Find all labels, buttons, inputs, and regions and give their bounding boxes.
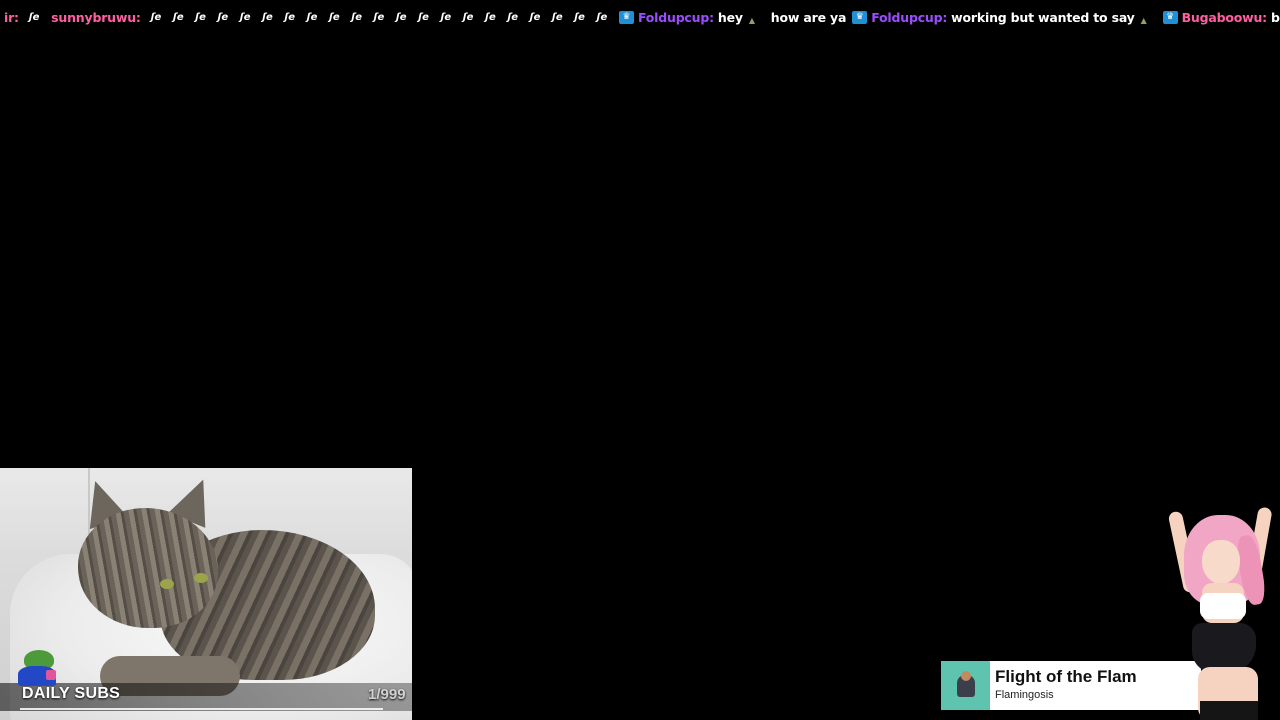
- chat-username[interactable]: sunnybruwu:: [51, 10, 141, 25]
- chat-username[interactable]: Foldupcup:: [638, 10, 714, 25]
- emote-icon: ʃe: [596, 11, 608, 23]
- song-title: Flight of the Flam: [995, 667, 1137, 686]
- pepe-frog-icon: [16, 650, 58, 686]
- emote-icon: ʃe: [328, 11, 340, 23]
- cat-left-eye: [160, 579, 174, 589]
- chat-message: ♛ Bugaboowu:babbyy: [1162, 9, 1280, 25]
- emote-icon: ʃe: [150, 11, 162, 23]
- emote-icon: ʃe: [485, 11, 496, 23]
- chat-message: ♛ Foldupcup: working but wanted to say ▲: [852, 10, 1156, 25]
- chat-text: hey: [717, 9, 743, 25]
- daily-subs-count: 1/999: [368, 686, 406, 703]
- emote-icon: ʃe: [195, 11, 206, 23]
- cat-camera-panel: DAILY SUBS 1/999: [0, 468, 412, 720]
- emote-icon: ʃe: [418, 11, 429, 23]
- vtuber-avatar: [1167, 505, 1280, 720]
- emote-icon: ʃe: [507, 11, 518, 23]
- emote-icon: ʃe: [440, 11, 451, 23]
- crown-icon: ♛: [618, 10, 634, 24]
- daily-subs-label: DAILY SUBS: [22, 685, 121, 702]
- up-triangle-icon: ▲: [1140, 15, 1147, 25]
- emote-icon: ʃe: [28, 11, 40, 23]
- song-artist: Flamingosis: [995, 689, 1054, 701]
- chat-text: how are ya: [770, 9, 847, 25]
- chat-ticker: ir: ʃe sunnybruwu: ʃe ʃe ʃe ʃe ʃe ʃe ʃe ʃe ʃe ʃe ʃe ʃe…: [0, 0, 1280, 34]
- emote-icon: ʃe: [551, 11, 563, 23]
- chat-text: working but wanted to say: [951, 9, 1135, 25]
- chat-message: ♛ Foldupcup: hey ▲: [618, 9, 765, 25]
- emote-icon: ʃe: [351, 11, 362, 23]
- emote-icon: ʃe: [574, 11, 585, 23]
- emote-row: ʃe: [23, 12, 45, 23]
- chat-message: ir: ʃe: [4, 10, 45, 25]
- emote-icon: ʃe: [306, 11, 318, 23]
- chat-username[interactable]: Bugaboowu:: [1182, 10, 1268, 25]
- chat-text: babbyy: [1270, 9, 1280, 25]
- chat-message: how are ya: [770, 9, 847, 25]
- emote-icon: ʃe: [373, 11, 385, 23]
- chat-message: sunnybruwu: ʃe ʃe ʃe ʃe ʃe ʃe ʃe ʃe ʃe ʃe ʃe ʃe ʃe ʃe ʃ…: [51, 10, 613, 25]
- emote-icon: ʃe: [529, 11, 541, 23]
- cat-right-eye: [194, 573, 208, 583]
- crown-icon: ♛: [852, 10, 868, 24]
- emote-icon: ʃe: [284, 11, 295, 23]
- cat-head: [78, 508, 218, 628]
- daily-subs-progress-track: [20, 708, 383, 710]
- chat-username[interactable]: ir:: [4, 10, 19, 25]
- emote-icon: ʃe: [262, 11, 273, 23]
- emote-icon: ʃe: [462, 11, 474, 23]
- now-playing-widget: Flight of the Flam Flamingosis: [941, 661, 1201, 710]
- emote-row: ʃe ʃe ʃe ʃe ʃe ʃe ʃe ʃe ʃe ʃe ʃe ʃe ʃe ʃe ʃe ʃe ʃe ʃe ʃe ʃe…: [145, 12, 613, 23]
- emote-icon: ʃe: [239, 11, 251, 23]
- emote-icon: ʃe: [172, 11, 184, 23]
- chat-username[interactable]: Foldupcup:: [871, 10, 947, 25]
- emote-icon: ʃe: [217, 11, 229, 23]
- album-art: [941, 661, 990, 710]
- crown-icon: ♛: [1162, 10, 1178, 24]
- up-triangle-icon: ▲: [748, 15, 755, 25]
- emote-icon: ʃe: [395, 11, 407, 23]
